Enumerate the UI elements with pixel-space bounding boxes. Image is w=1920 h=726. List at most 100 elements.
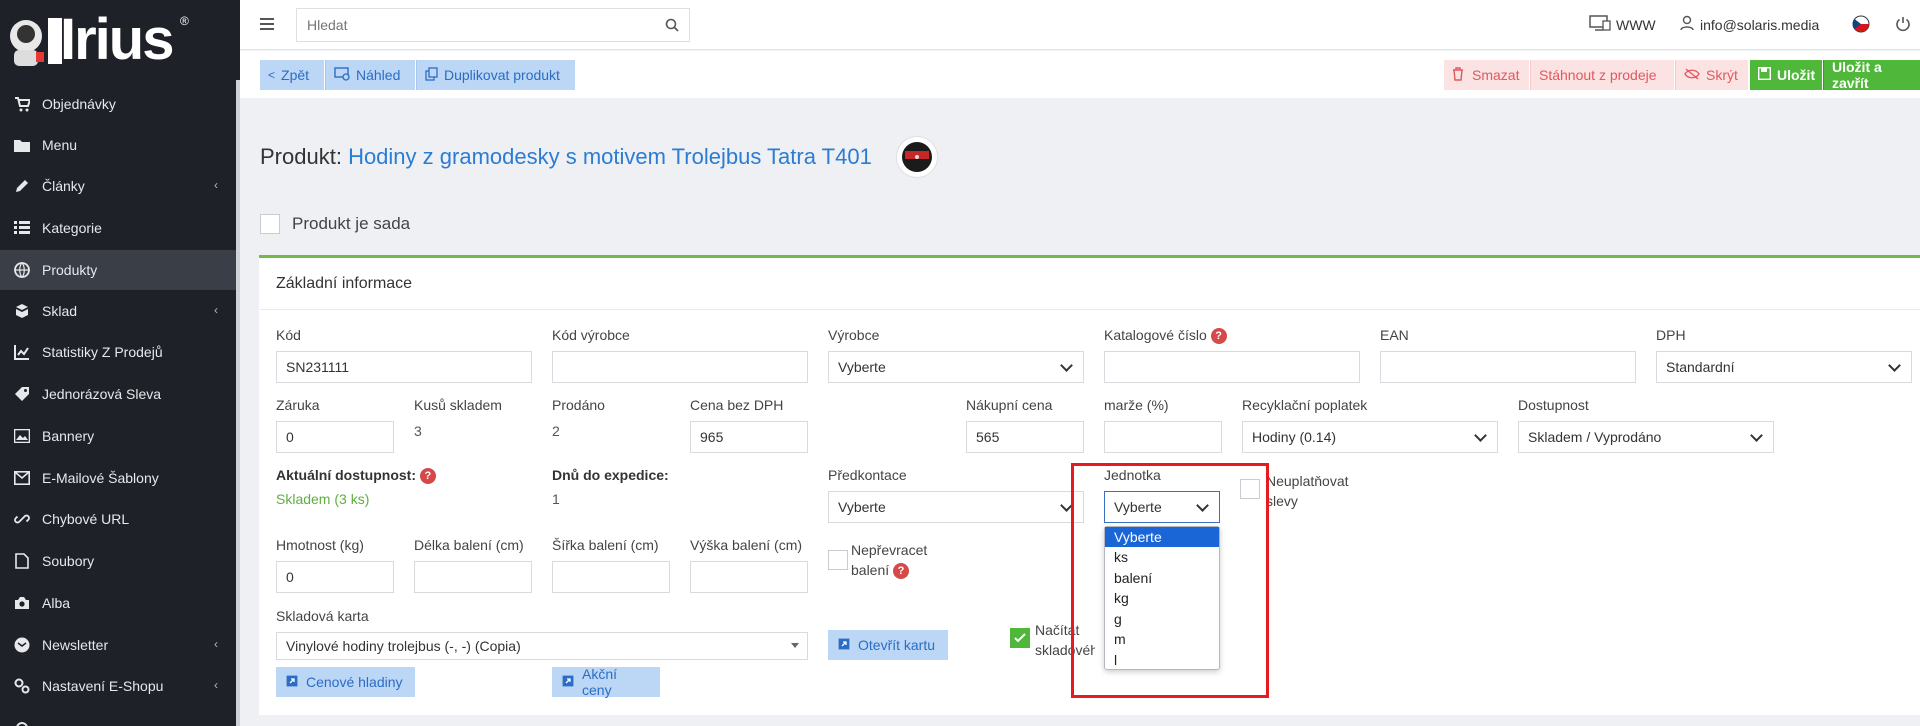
- recyklacni-poplatek-select[interactable]: Hodiny (0.14): [1242, 421, 1498, 453]
- aktualni-label-text: Aktuální dostupnost:: [276, 467, 416, 483]
- duplicate-product-button[interactable]: Duplikovat produkt: [416, 60, 575, 90]
- jednotka-label: Jednotka: [1104, 467, 1161, 483]
- product-is-set-checkbox[interactable]: [260, 214, 280, 234]
- sidebar-item-objednavky[interactable]: Objednávky: [0, 84, 236, 124]
- katalog-input[interactable]: [1104, 351, 1360, 383]
- help-icon[interactable]: ?: [893, 563, 910, 580]
- sidebar-item-sklad[interactable]: Sklad ‹: [0, 291, 236, 331]
- sidebar-item-label: Články: [42, 178, 85, 194]
- aktualni-dostupnost-value: Skladem (3 ks): [276, 491, 370, 507]
- unit-option[interactable]: m: [1105, 629, 1219, 650]
- unit-option[interactable]: g: [1105, 609, 1219, 630]
- marze-input[interactable]: [1104, 421, 1222, 453]
- logo-registered-mark: ®: [180, 14, 189, 28]
- delka-baleni-input[interactable]: [414, 561, 532, 593]
- cenove-hladiny-button[interactable]: Cenové hladiny: [276, 667, 415, 697]
- akcni-ceny-label: Akční ceny: [582, 666, 618, 698]
- unit-option[interactable]: kg: [1105, 588, 1219, 609]
- card-divider: [260, 309, 1920, 310]
- back-button[interactable]: < Zpět: [260, 60, 324, 90]
- preview-icon: [334, 66, 350, 84]
- zaruka-input[interactable]: 0: [276, 421, 394, 453]
- vyska-baleni-label: Výška balení (cm): [690, 537, 803, 553]
- search-input[interactable]: [297, 9, 647, 41]
- logo[interactable]: Irius ®: [0, 0, 240, 80]
- unit-option[interactable]: balení: [1105, 568, 1219, 589]
- help-icon[interactable]: ?: [419, 468, 436, 485]
- withdraw-button[interactable]: Stáhnout z prodeje: [1530, 60, 1674, 90]
- preview-button[interactable]: Náhled: [325, 60, 415, 90]
- dostupnost-select[interactable]: Skladem / Vyprodáno: [1518, 421, 1774, 453]
- delete-button[interactable]: Smazat: [1444, 60, 1529, 90]
- sidebar-item-alba[interactable]: Alba: [0, 583, 236, 623]
- akcni-ceny-button[interactable]: Akční ceny: [552, 666, 660, 698]
- skladova-karta-select[interactable]: Vinylové hodiny trolejbus (-, -) (Copia): [276, 632, 808, 660]
- dph-select[interactable]: Standardní: [1656, 351, 1912, 383]
- save-and-close-button[interactable]: Uložit a zavřít: [1823, 59, 1920, 91]
- hide-button[interactable]: Skrýt: [1675, 60, 1748, 90]
- sidebar-item-statistiky[interactable]: Statistiky Z Prodejů: [0, 332, 236, 372]
- hamburger-menu-icon[interactable]: [260, 17, 274, 33]
- image-icon: [12, 426, 32, 446]
- sidebar-item-clanky[interactable]: Články ‹: [0, 166, 236, 206]
- sidebar-item-email-sablony[interactable]: E-Mailové Šablony: [0, 458, 236, 498]
- search-box: [296, 8, 690, 42]
- mail-icon: [12, 468, 32, 488]
- sidebar-item-kategorie[interactable]: Kategorie: [0, 208, 236, 248]
- sidebar-scrollbar[interactable]: [236, 80, 240, 726]
- cena-bez-dph-input[interactable]: 965: [690, 421, 808, 453]
- search-icon[interactable]: [665, 18, 679, 35]
- predkontace-value: Vyberte: [838, 499, 886, 515]
- neprevracet-baleni-checkbox[interactable]: [828, 550, 848, 570]
- unit-option[interactable]: l: [1105, 650, 1219, 671]
- help-icon[interactable]: ?: [1210, 328, 1227, 345]
- hmotnost-input[interactable]: 0: [276, 561, 394, 593]
- sidebar-item-jednorazova-sleva[interactable]: Jednorázová Sleva: [0, 374, 236, 414]
- predkontace-select[interactable]: Vyberte: [828, 491, 1084, 523]
- sidebar-item-menu[interactable]: Menu: [0, 125, 236, 165]
- boxes-icon: [12, 301, 32, 321]
- user-menu[interactable]: info@solaris.media: [1680, 15, 1819, 34]
- save-close-label: Uložit a zavřít: [1832, 59, 1882, 91]
- kod-input[interactable]: SN231111: [276, 351, 532, 383]
- czech-flag-icon[interactable]: [1852, 15, 1870, 36]
- sidebar-item-produkty[interactable]: Produkty: [0, 250, 236, 290]
- sidebar-item-bannery[interactable]: Bannery: [0, 416, 236, 456]
- file-icon: [12, 551, 32, 571]
- hmotnost-label: Hmotnost (kg): [276, 537, 364, 553]
- nacitat-skladoveho-checkbox[interactable]: [1010, 628, 1030, 648]
- dostupnost-label: Dostupnost: [1518, 397, 1589, 413]
- product-thumbnail[interactable]: [896, 136, 938, 178]
- vyska-baleni-input[interactable]: [690, 561, 808, 593]
- cart-icon: [12, 94, 32, 114]
- kusu-skladem-value: 3: [414, 423, 422, 439]
- sidebar-item-label: E-Mailové Šablony: [42, 470, 159, 486]
- save-button[interactable]: Uložit: [1750, 60, 1822, 90]
- marze-label: marže (%): [1104, 397, 1169, 413]
- sirka-baleni-input[interactable]: [552, 561, 670, 593]
- dnu-do-expedice-label: Dnů do expedice:: [552, 467, 669, 483]
- jednotka-select[interactable]: Vyberte: [1104, 491, 1220, 523]
- card-header: Základní informace: [276, 275, 413, 292]
- neprevracet-label-text: Nepřevracet balení: [851, 542, 928, 578]
- unit-option[interactable]: Vyberte: [1105, 527, 1219, 547]
- kod-vyrobce-input[interactable]: [552, 351, 808, 383]
- sidebar-item-label: Produkty: [42, 262, 98, 278]
- neuplatnovat-slevy-checkbox[interactable]: [1240, 479, 1260, 499]
- sidebar-item-nastaveni-eshopu[interactable]: Nastavení E-Shopu ‹: [0, 666, 236, 706]
- sidebar-item-soubory[interactable]: Soubory: [0, 541, 236, 581]
- otevrit-kartu-button[interactable]: Otevřít kartu: [828, 630, 948, 660]
- sidebar-item-newsletter[interactable]: Newsletter ‹: [0, 625, 236, 665]
- unit-dropdown-list: Vyberte ks balení kg g m l: [1104, 526, 1220, 670]
- sidebar-item-chybove-url[interactable]: Chybové URL: [0, 499, 236, 539]
- sidebar-item-partial[interactable]: [0, 708, 236, 726]
- unit-option[interactable]: ks: [1105, 547, 1219, 568]
- eye-slash-icon: [1684, 67, 1700, 83]
- power-icon[interactable]: [1894, 15, 1912, 36]
- vyrobce-select[interactable]: Vyberte: [828, 351, 1084, 383]
- nakupni-cena-input[interactable]: 565: [966, 421, 1084, 453]
- ean-input[interactable]: [1380, 351, 1636, 383]
- pencil-icon: [12, 176, 32, 196]
- sidebar-item-label: Bannery: [42, 428, 95, 444]
- www-link[interactable]: WWW: [1589, 15, 1656, 34]
